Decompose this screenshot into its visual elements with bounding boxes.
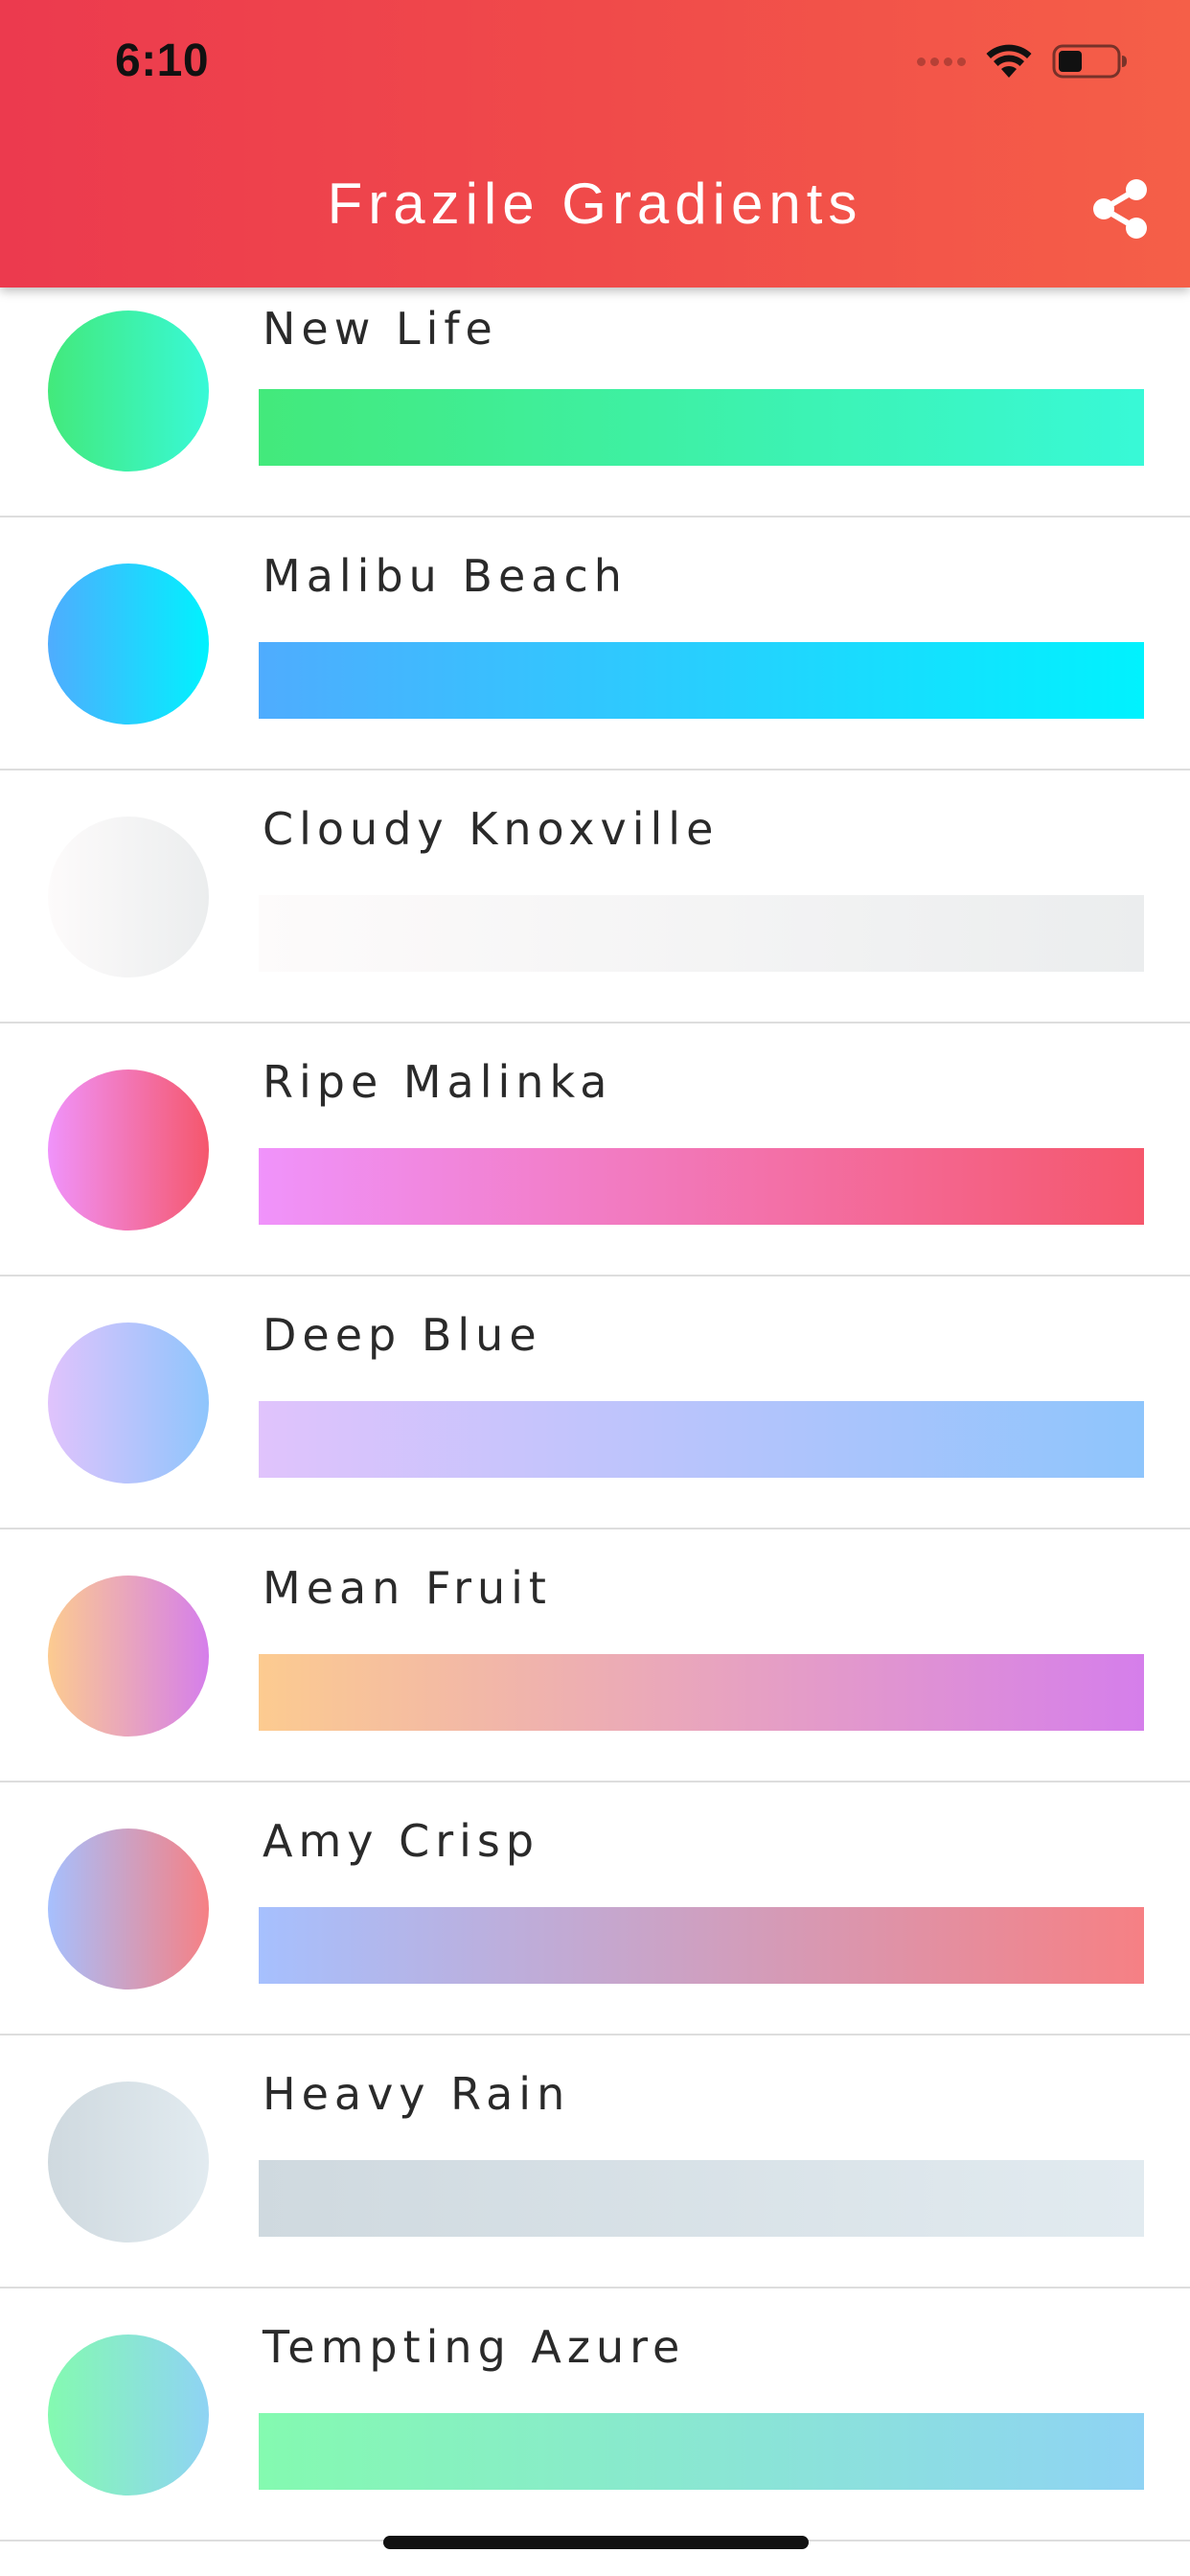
gradient-preview-bar	[259, 642, 1144, 719]
gradient-preview-bar	[259, 895, 1144, 972]
gradient-swatch-circle	[48, 1322, 209, 1484]
status-icons	[917, 42, 1129, 80]
gradient-name: Tempting Azure	[263, 2321, 686, 2373]
gradient-swatch-circle	[48, 816, 209, 978]
gradient-name: Amy Crisp	[263, 1815, 540, 1867]
gradient-name: Cloudy Knoxville	[263, 803, 720, 855]
share-icon	[1093, 179, 1147, 239]
status-time: 6:10	[115, 35, 210, 86]
gradient-swatch-circle	[48, 310, 209, 472]
gradient-preview-bar	[259, 2413, 1144, 2490]
gradient-name: Mean Fruit	[263, 1562, 552, 1614]
wifi-icon	[985, 43, 1033, 80]
share-button[interactable]	[1088, 176, 1154, 242]
gradient-swatch-circle	[48, 2334, 209, 2496]
gradient-name: Heavy Rain	[263, 2068, 571, 2120]
gradient-name: Ripe Malinka	[263, 1056, 613, 1108]
gradient-row[interactable]: Ripe Malinka	[0, 1024, 1190, 1276]
app-header: 6:10 Frazile Gradients	[0, 0, 1190, 288]
gradient-name: Malibu Beach	[263, 550, 628, 602]
gradient-row[interactable]: Tempting Azure	[0, 2288, 1190, 2542]
gradient-swatch-circle	[48, 1576, 209, 1736]
gradient-preview-bar	[259, 1907, 1144, 1984]
gradient-preview-bar	[259, 389, 1144, 466]
gradient-name: New Life	[263, 303, 498, 355]
gradient-name: Deep Blue	[263, 1309, 542, 1361]
gradient-preview-bar	[259, 1148, 1144, 1225]
home-indicator	[383, 2536, 809, 2549]
gradient-swatch-circle	[48, 1828, 209, 1990]
gradient-row[interactable]: Deep Blue	[0, 1276, 1190, 1530]
app-title: Frazile Gradients	[327, 172, 863, 236]
gradient-list: New Life Malibu Beach Cloudy Knoxville Ripe…	[0, 288, 1190, 2542]
battery-icon	[1052, 42, 1129, 80]
gradient-row[interactable]: Mean Fruit	[0, 1530, 1190, 1782]
gradient-row[interactable]: Malibu Beach	[0, 518, 1190, 770]
gradient-preview-bar	[259, 1401, 1144, 1478]
gradient-preview-bar	[259, 1654, 1144, 1731]
gradient-preview-bar	[259, 2160, 1144, 2237]
gradient-row[interactable]: New Life	[0, 288, 1190, 518]
signal-dots-icon	[917, 57, 966, 66]
gradient-swatch-circle	[48, 564, 209, 724]
gradient-row[interactable]: Amy Crisp	[0, 1782, 1190, 2036]
gradient-row[interactable]: Cloudy Knoxville	[0, 770, 1190, 1024]
gradient-swatch-circle	[48, 1070, 209, 1230]
app-screen: 6:10 Frazile Gradients New Life Malibu B…	[0, 0, 1190, 2576]
gradient-row[interactable]: Heavy Rain	[0, 2036, 1190, 2288]
gradient-swatch-circle	[48, 2082, 209, 2242]
